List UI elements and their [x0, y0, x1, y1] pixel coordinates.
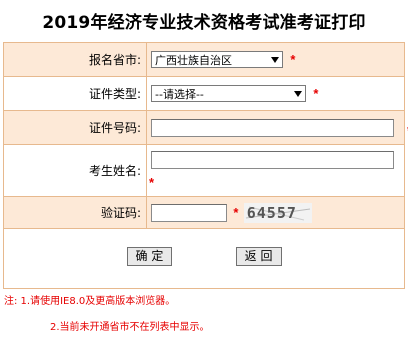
required-mark: * [313, 86, 319, 101]
province-select[interactable]: 广西壮族自治区 [151, 51, 283, 68]
name-label: 考生姓名: [3, 144, 147, 197]
buttons-row: 确 定 返 回 [3, 228, 405, 289]
back-button[interactable]: 返 回 [235, 247, 282, 266]
buttons-cell: 确 定 返 回 [3, 228, 405, 289]
captcha-image[interactable]: 64557 [243, 202, 312, 223]
province-row: 报名省市: 广西壮族自治区 * [3, 42, 405, 77]
id-number-cell: * [146, 110, 408, 145]
verify-code-input[interactable] [151, 203, 227, 222]
id-type-cell: --请选择-- * [146, 76, 405, 111]
province-selected-value: 广西壮族自治区 [155, 53, 232, 67]
id-number-input[interactable] [151, 118, 394, 137]
name-input[interactable] [151, 151, 394, 169]
name-cell: * [146, 144, 405, 197]
chevron-down-icon [271, 56, 279, 63]
captcha-text: 64557 [246, 203, 297, 222]
note-browser: 注: 1.请使用IE8.0及更高版本浏览器。 [4, 296, 176, 307]
name-row: 考生姓名: * [3, 144, 405, 197]
id-type-select[interactable]: --请选择-- [151, 85, 306, 102]
admission-ticket-form: 报名省市: 广西壮族自治区 * 证件类型: --请选择-- * 证件号码: * … [3, 42, 408, 289]
province-label: 报名省市: [3, 42, 147, 77]
id-type-row: 证件类型: --请选择-- * [3, 76, 405, 111]
required-mark: * [290, 52, 296, 67]
verify-code-row: 验证码: * 64557 [3, 196, 405, 229]
id-number-label: 证件号码: [3, 110, 147, 145]
id-type-label: 证件类型: [3, 76, 147, 111]
id-type-selected-value: --请选择-- [155, 87, 204, 101]
confirm-button[interactable]: 确 定 [126, 247, 173, 266]
note-province: 2.当前未开通省市不在列表中显示。 [50, 322, 210, 333]
required-mark: * [149, 175, 155, 190]
id-number-row: 证件号码: * [3, 110, 408, 145]
required-mark: * [233, 205, 239, 220]
verify-code-label: 验证码: [3, 196, 147, 229]
chevron-down-icon [294, 90, 302, 97]
page-title: 2019年经济专业技术资格考试准考证打印 [42, 13, 366, 33]
province-cell: 广西壮族自治区 * [146, 42, 405, 77]
verify-code-cell: * 64557 [146, 196, 405, 229]
